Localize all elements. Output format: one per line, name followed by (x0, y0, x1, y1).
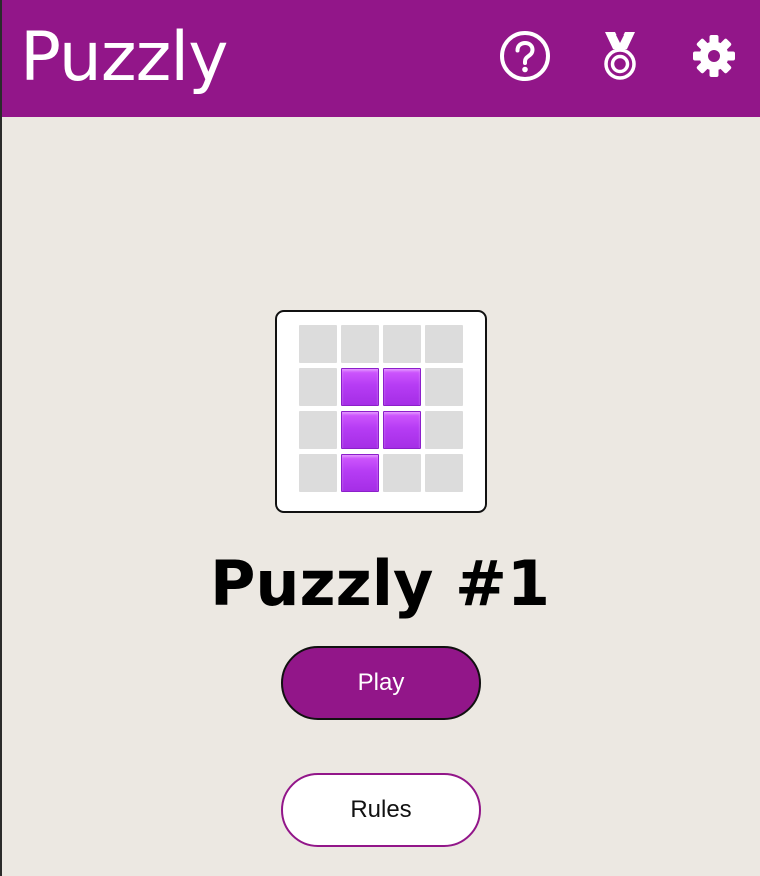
logo-cell-filled (341, 368, 379, 406)
stats-button[interactable] (592, 28, 648, 84)
logo-cell-empty (299, 454, 337, 492)
logo-cell-empty (425, 454, 463, 492)
window-edge (0, 0, 2, 876)
logo-cell-empty (425, 325, 463, 363)
app-title: Puzzly (20, 18, 228, 97)
play-button[interactable]: Play (281, 646, 481, 720)
logo-cell-filled (383, 368, 421, 406)
gear-icon (693, 35, 735, 77)
app-header: Puzzly (2, 0, 760, 117)
logo-cell-empty (383, 454, 421, 492)
play-button-label: Play (357, 669, 405, 696)
logo-cell-empty (299, 325, 337, 363)
logo-cell-empty (383, 325, 421, 363)
medal-icon (604, 32, 636, 80)
logo-grid (299, 325, 463, 492)
logo-cell-empty (425, 368, 463, 406)
logo-cell-empty (299, 368, 337, 406)
puzzle-title: Puzzly #1 (209, 547, 551, 620)
logo-cell-empty (425, 411, 463, 449)
puzzle-logo (275, 310, 487, 513)
logo-cell-empty (299, 411, 337, 449)
rules-button-label: Rules (350, 796, 412, 823)
help-circle-icon (500, 31, 550, 81)
logo-cell-filled (341, 411, 379, 449)
logo-cell-empty (341, 325, 379, 363)
help-button[interactable] (497, 28, 553, 84)
logo-cell-filled (383, 411, 421, 449)
logo-cell-filled (341, 454, 379, 492)
settings-button[interactable] (686, 28, 742, 84)
rules-button[interactable]: Rules (281, 773, 481, 847)
